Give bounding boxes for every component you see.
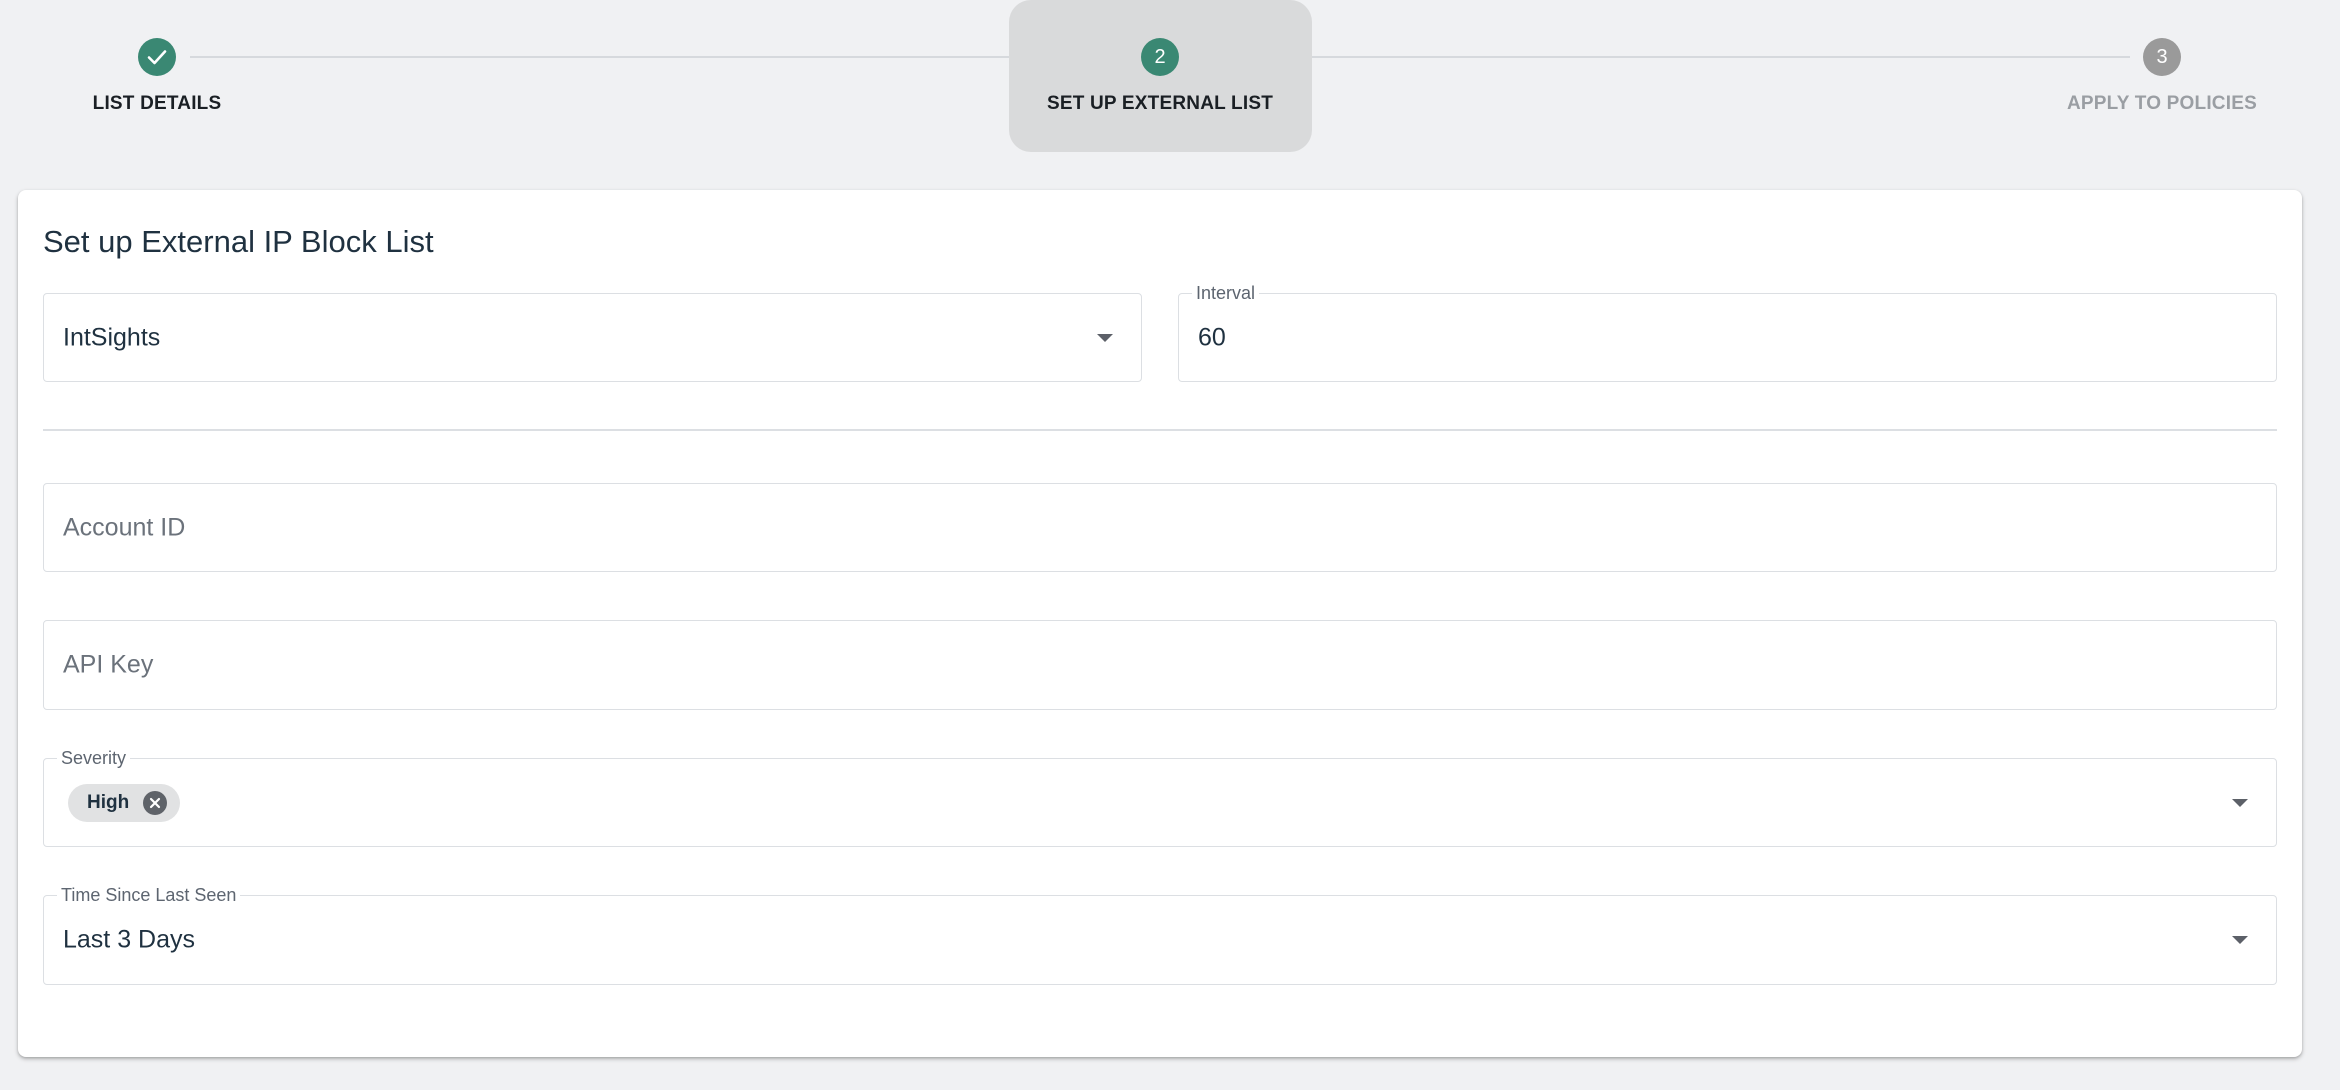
step-connector-2 (1202, 56, 2130, 58)
source-select-value: IntSights (63, 323, 161, 351)
section-divider (43, 429, 2277, 431)
chevron-down-icon[interactable] (1097, 333, 1113, 342)
step-set-up-external-list[interactable]: 2 SET UP EXTERNAL LIST (1010, 0, 1310, 150)
step-complete-check-icon (138, 38, 176, 76)
api-key-input[interactable]: API Key (43, 620, 2277, 710)
step-number: 2 (1141, 38, 1179, 76)
step-apply-to-policies[interactable]: 3 APPLY TO POLICIES (2012, 0, 2312, 150)
time-since-last-seen-select[interactable]: Time Since Last Seen Last 3 Days (43, 885, 2277, 985)
chevron-down-icon[interactable] (2232, 798, 2248, 807)
interval-value: 60 (1198, 323, 1226, 351)
account-id-input[interactable]: Account ID (43, 483, 2277, 572)
chip-label: High (87, 791, 130, 813)
api-key-placeholder: API Key (63, 650, 154, 679)
interval-input[interactable]: Interval 60 (1178, 283, 2277, 382)
chevron-down-icon[interactable] (2232, 936, 2248, 944)
severity-select[interactable]: Severity High (43, 748, 2277, 847)
severity-chip-high: High (68, 783, 181, 822)
step-number: 3 (2143, 38, 2181, 76)
account-id-placeholder: Account ID (63, 513, 186, 541)
interval-label: Interval (1192, 283, 1260, 303)
step-label: APPLY TO POLICIES (2067, 93, 2257, 114)
stepper: LIST DETAILS 2 SET UP EXTERNAL LIST 3 AP… (0, 0, 2340, 160)
card-title: Set up External IP Block List (43, 224, 434, 259)
external-list-card: Set up External IP Block List IntSights … (18, 190, 2302, 1057)
step-connector-1 (190, 56, 1120, 58)
severity-label: Severity (57, 748, 131, 768)
step-label: SET UP EXTERNAL LIST (1046, 93, 1274, 114)
step-label: LIST DETAILS (92, 93, 222, 114)
time-since-last-seen-label: Time Since Last Seen (57, 885, 241, 905)
step-list-details[interactable]: LIST DETAILS (7, 0, 307, 150)
cancel-circle-icon[interactable] (143, 790, 168, 815)
source-select[interactable]: IntSights (43, 293, 1142, 382)
time-since-last-seen-value: Last 3 Days (63, 925, 196, 954)
